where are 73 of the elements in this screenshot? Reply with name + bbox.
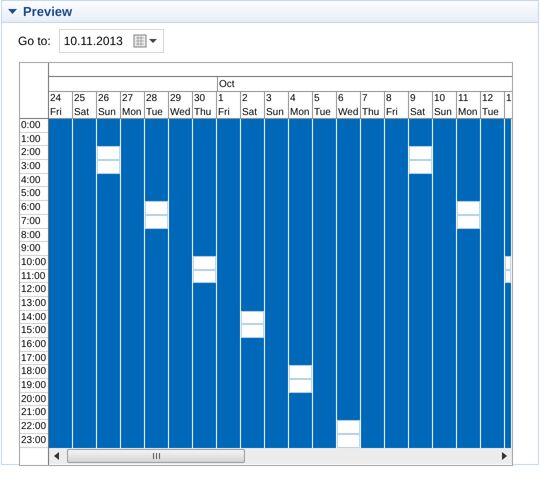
hour-label: 6:00 xyxy=(20,201,48,215)
hour-label: 8:00 xyxy=(20,228,48,242)
hour-label: 20:00 xyxy=(20,392,48,406)
hour-label: 5:00 xyxy=(20,187,48,202)
weekday-label: Tue xyxy=(481,106,505,118)
weekday-label: Sun xyxy=(265,106,289,118)
weekday-label: Fri xyxy=(217,106,241,118)
month-label: Oct xyxy=(219,79,235,90)
hour-label: 18:00 xyxy=(20,365,48,380)
day-number: 29 xyxy=(169,92,193,106)
weekday-label: Tue xyxy=(313,106,337,118)
collapse-icon xyxy=(8,7,17,16)
weekday-label: Sat xyxy=(241,106,265,118)
horizontal-scrollbar[interactable] xyxy=(49,448,512,464)
weekday-label: Mon xyxy=(457,106,481,118)
day-number: 27 xyxy=(121,92,145,106)
hour-label: 7:00 xyxy=(20,214,48,228)
hour-label: 12:00 xyxy=(20,283,48,297)
day-number: 26 xyxy=(97,92,121,106)
day-number: 1 xyxy=(217,92,241,106)
goto-label: Go to: xyxy=(18,33,51,50)
weekday-label: Thu xyxy=(193,106,217,118)
hour-label: 3:00 xyxy=(20,160,48,174)
day-number: 10 xyxy=(433,92,457,106)
hour-label: 11:00 xyxy=(20,270,48,284)
day-number: 5 xyxy=(313,92,337,106)
section-header[interactable]: Preview xyxy=(2,1,538,23)
calendar-dropdown-icon[interactable] xyxy=(132,34,159,48)
day-number: 1 xyxy=(505,92,511,106)
weekday-label: Mon xyxy=(121,106,145,118)
date-field[interactable]: 10.11.2013 xyxy=(58,29,164,53)
day-number: 25 xyxy=(73,92,97,106)
section-title: Preview xyxy=(23,2,72,21)
weekday-label: Sun xyxy=(433,106,457,118)
weekday-label: Wed xyxy=(169,106,193,118)
weekday-label: Sat xyxy=(73,106,97,118)
weekday-label: Mon xyxy=(289,106,313,118)
day-number: 9 xyxy=(409,92,433,106)
hour-label: 17:00 xyxy=(20,352,48,366)
day-number: 7 xyxy=(361,92,385,106)
hour-label: 23:00 xyxy=(20,434,48,448)
hour-label: 1:00 xyxy=(20,132,48,146)
weekday-label: Sat xyxy=(409,106,433,118)
day-number: 30 xyxy=(193,92,217,106)
day-number: 3 xyxy=(265,92,289,106)
weekday-label: Thu xyxy=(361,106,385,118)
hour-label: 22:00 xyxy=(20,420,48,434)
grip-icon xyxy=(152,453,160,459)
hour-label: 9:00 xyxy=(20,242,48,256)
day-number: 12 xyxy=(481,92,505,106)
scrollbar-thumb[interactable] xyxy=(67,449,245,463)
day-number: 24 xyxy=(49,92,73,106)
hour-label: 0:00 xyxy=(20,119,48,133)
day-number: 11 xyxy=(457,92,481,106)
hour-label: 13:00 xyxy=(20,296,48,311)
hour-label: 21:00 xyxy=(20,406,48,420)
hour-label: 4:00 xyxy=(20,174,48,188)
day-number: 28 xyxy=(145,92,169,106)
hour-label: 16:00 xyxy=(20,338,48,352)
hour-label: 2:00 xyxy=(20,146,48,160)
day-number: 4 xyxy=(289,92,313,106)
day-number: 6 xyxy=(337,92,361,106)
weekday-label: Wed xyxy=(337,106,361,118)
weekday-label: Fri xyxy=(49,106,73,118)
day-number: 8 xyxy=(385,92,409,106)
hour-label: 14:00 xyxy=(20,310,48,324)
hour-label: 10:00 xyxy=(20,256,48,270)
weekday-label: Fri xyxy=(385,106,409,118)
day-number: 2 xyxy=(241,92,265,106)
hour-label: 15:00 xyxy=(20,324,48,338)
weekday-label: Tue xyxy=(145,106,169,118)
weekday-label: Sun xyxy=(97,106,121,118)
hour-label: 19:00 xyxy=(20,379,48,393)
